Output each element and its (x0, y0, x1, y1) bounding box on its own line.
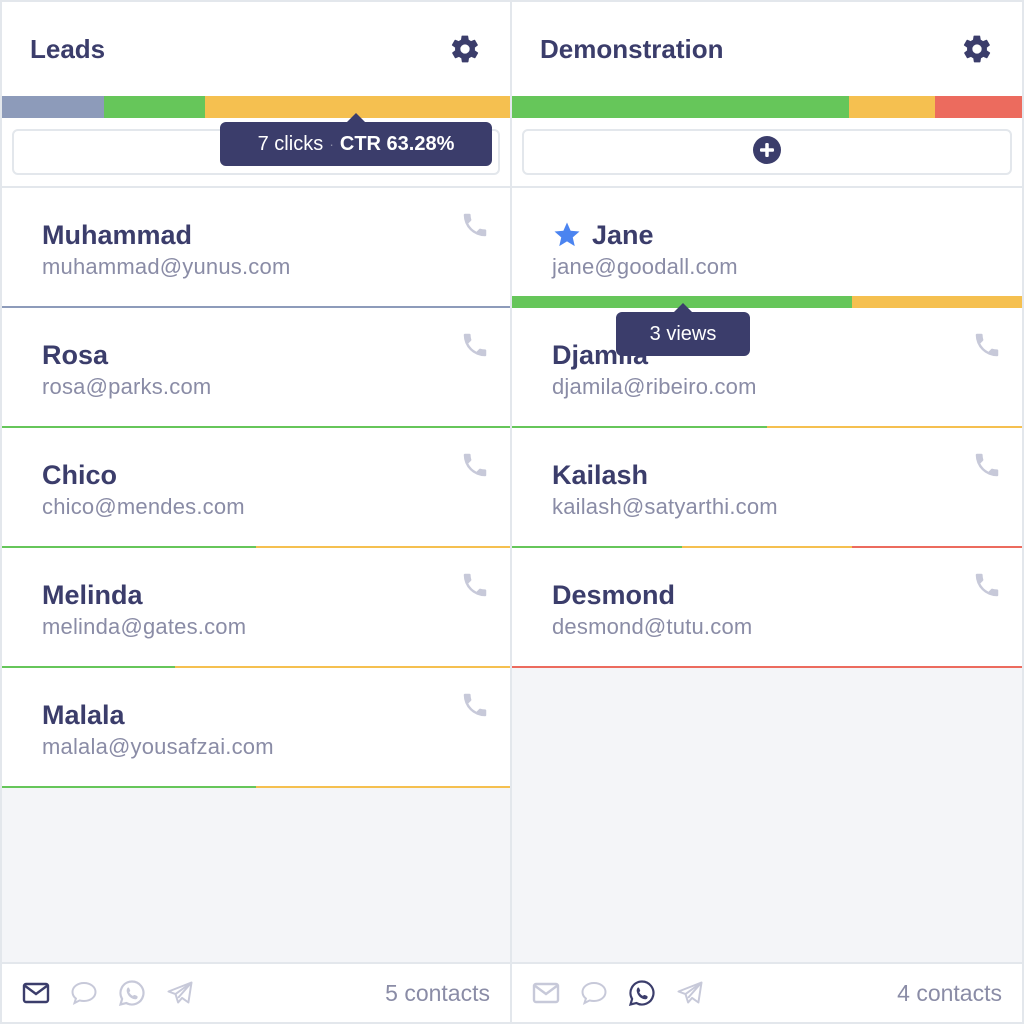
phone-icon[interactable] (460, 330, 490, 360)
whatsapp-icon[interactable] (628, 979, 656, 1007)
bar-segment-green (103, 96, 206, 118)
contact-card[interactable]: Djamila djamila@ribeiro.com (512, 308, 1022, 428)
contact-card[interactable]: Rosa rosa@parks.com (2, 308, 510, 428)
column-title: Demonstration (540, 33, 724, 64)
bar-segment-red (935, 96, 1022, 118)
channel-icons (532, 979, 704, 1007)
contact-card[interactable]: Chico chico@mendes.com (2, 428, 510, 548)
contact-email: jane@goodall.com (552, 254, 738, 279)
add-contact-button[interactable] (522, 129, 1012, 175)
phone-icon[interactable] (460, 210, 490, 240)
telegram-icon[interactable] (166, 979, 194, 1007)
column-title: Leads (30, 33, 106, 64)
phone-icon[interactable] (972, 570, 1002, 600)
plus-circle-icon (753, 135, 781, 169)
stage-tooltip: 7 clicks · CTR 63.28% (220, 113, 492, 166)
add-contact-area (512, 118, 1022, 188)
contact-count: 5 contacts (385, 979, 490, 1006)
contact-stage-bar (2, 786, 510, 788)
contact-list: Jane jane@goodall.com Djamila djamila@ribei… (512, 188, 1022, 668)
contact-email: kailash@satyarthi.com (552, 494, 778, 519)
contact-name: Rosa (42, 340, 109, 370)
phone-icon[interactable] (460, 690, 490, 720)
contact-card[interactable]: Jane jane@goodall.com (512, 188, 1022, 308)
contact-name-row: Desmond (552, 578, 982, 612)
contact-name: Desmond (552, 580, 676, 610)
contact-name-row: Melinda (42, 578, 470, 612)
contact-name: Kailash (552, 460, 649, 490)
telegram-icon[interactable] (676, 979, 704, 1007)
bar-segment-gray (2, 96, 104, 118)
contact-card[interactable]: Melinda melinda@gates.com (2, 548, 510, 668)
tooltip-separator: · (329, 136, 334, 152)
bar-segment-yellow (851, 296, 1022, 308)
bar-segment-green (512, 96, 849, 118)
column-footer: 5 contacts (2, 962, 510, 1022)
tooltip-clicks: 7 clicks (257, 132, 324, 155)
email-icon[interactable] (532, 979, 560, 1007)
whatsapp-icon[interactable] (118, 979, 146, 1007)
contact-name: Chico (42, 460, 118, 490)
contact-card[interactable]: Desmond desmond@tutu.com (512, 548, 1022, 668)
contact-stage-bar (512, 666, 1022, 668)
bar-segment-green (2, 786, 256, 788)
card-tooltip: 3 views (616, 303, 750, 356)
stage-progress-bar[interactable] (2, 96, 510, 118)
contact-email: chico@mendes.com (42, 494, 245, 519)
contact-list: Muhammad muhammad@yunus.com Rosa rosa@parks… (2, 188, 510, 788)
contact-name-row: Jane (552, 218, 982, 252)
contact-email: muhammad@yunus.com (42, 254, 291, 279)
gear-icon[interactable] (448, 32, 482, 66)
contact-card[interactable]: Kailash kailash@satyarthi.com (512, 428, 1022, 548)
column-demonstration: Demonstration Jane jane@goodall.com Djamil… (512, 0, 1024, 1024)
contact-name-row: Chico (42, 458, 470, 492)
contact-stage-bar[interactable] (512, 296, 1022, 308)
contact-email: malala@yousafzai.com (42, 734, 274, 759)
channel-icons (22, 979, 194, 1007)
contact-card[interactable]: Malala malala@yousafzai.com (2, 668, 510, 788)
contact-name: Muhammad (42, 220, 193, 250)
tooltip-views: 3 views (649, 322, 717, 345)
tooltip-ctr: CTR 63.28% (339, 132, 455, 155)
stage-progress-bar[interactable] (512, 96, 1022, 118)
contact-email: melinda@gates.com (42, 614, 247, 639)
phone-icon[interactable] (972, 330, 1002, 360)
contact-name: Malala (42, 700, 125, 730)
phone-icon[interactable] (460, 570, 490, 600)
contact-count: 4 contacts (897, 979, 1002, 1006)
contact-name-row: Rosa (42, 338, 470, 372)
contact-card[interactable]: Muhammad muhammad@yunus.com (2, 188, 510, 308)
star-icon[interactable] (552, 220, 582, 250)
contact-name-row: Muhammad (42, 218, 470, 252)
contact-name: Melinda (42, 580, 143, 610)
contact-name-row: Malala (42, 698, 470, 732)
bar-segment-red (512, 666, 1022, 668)
email-icon[interactable] (22, 979, 50, 1007)
chat-icon[interactable] (70, 979, 98, 1007)
gear-icon[interactable] (960, 32, 994, 66)
chat-icon[interactable] (580, 979, 608, 1007)
column-header: Leads (2, 2, 510, 96)
bar-segment-yellow (848, 96, 936, 118)
column-header: Demonstration (512, 2, 1022, 96)
contact-email: desmond@tutu.com (552, 614, 753, 639)
contact-name: Jane (592, 220, 654, 250)
bar-segment-yellow (256, 786, 510, 788)
column-footer: 4 contacts (512, 962, 1022, 1022)
phone-icon[interactable] (460, 450, 490, 480)
contact-email: djamila@ribeiro.com (552, 374, 757, 399)
contact-email: rosa@parks.com (42, 374, 212, 399)
phone-icon[interactable] (972, 450, 1002, 480)
kanban-board: Leads Muhammad muhammad@yunus.com Rosa rosa… (0, 0, 1024, 1024)
contact-name-row: Kailash (552, 458, 982, 492)
